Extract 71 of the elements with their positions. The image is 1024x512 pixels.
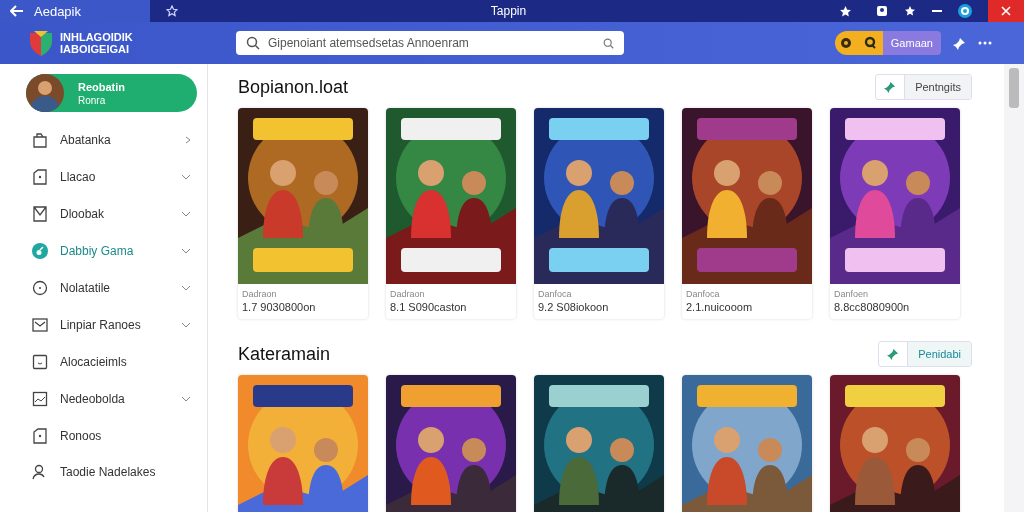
- close-icon: [1001, 6, 1011, 16]
- logo-text: INHLAGOIDIK: [60, 31, 134, 43]
- card-price: 9.2 S08iokoon: [538, 301, 610, 313]
- section-button[interactable]: Pentngits: [875, 74, 972, 100]
- sidebar-item[interactable]: Abatanka: [0, 122, 207, 159]
- card-label: Danfoca: [686, 289, 721, 299]
- chevron-down-icon: [181, 321, 191, 328]
- square-icon: [32, 353, 48, 370]
- coin-icon: [840, 37, 853, 49]
- sidebar-item[interactable]: Dabbiy Gama: [0, 232, 207, 270]
- profile-name: Reobatin: [78, 80, 126, 93]
- clock-icon: [32, 280, 48, 296]
- search-icon: [863, 36, 878, 50]
- image-icon: [32, 390, 48, 407]
- scrollbar-thumb[interactable]: [1009, 68, 1019, 108]
- wallet-button[interactable]: [834, 31, 883, 55]
- bag-icon: [32, 132, 48, 149]
- sidebar-item[interactable]: Nedeobolda: [0, 380, 207, 418]
- game-card[interactable]: Danfoen 8.8cc8080900n: [830, 108, 960, 319]
- game-button[interactable]: Gamaan: [882, 31, 941, 55]
- sidebar-item[interactable]: Linpiar Ranoes: [0, 306, 207, 344]
- card-price: 8.1 S090caston: [390, 301, 468, 313]
- mail-icon: [32, 316, 48, 333]
- sidebar-item[interactable]: Taodie Nadelakes: [0, 454, 207, 491]
- back-arrow-icon[interactable]: [10, 5, 24, 17]
- card-price: 1.7 9030800on: [242, 301, 317, 313]
- avatar-icon: [26, 74, 64, 112]
- browser-icon[interactable]: [958, 4, 972, 18]
- chevron-down-icon: [181, 285, 191, 291]
- shield-logo-icon: [28, 29, 54, 57]
- card-label: Dadraon: [242, 289, 278, 299]
- browser-tab[interactable]: Aedapik: [0, 0, 150, 22]
- minimize-icon[interactable]: [932, 9, 942, 13]
- section-title: Kateramain: [238, 343, 331, 365]
- search-icon[interactable]: [603, 38, 614, 49]
- game-card[interactable]: Dadraon 8.1 S090caston: [386, 108, 516, 319]
- sidebar-item[interactable]: Nolatatile: [0, 269, 207, 307]
- game-card[interactable]: Dadraon 1.7 9030800on: [238, 108, 368, 319]
- section-button[interactable]: Penidabi: [878, 341, 972, 367]
- chevron-down-icon: [181, 248, 191, 255]
- tag-icon: [32, 427, 48, 444]
- search-icon: [246, 36, 260, 50]
- game-card[interactable]: Danfoca 9.2 S08iokoon: [534, 108, 664, 319]
- game-card[interactable]: Danfoca 2.1.nuicooom: [682, 108, 812, 319]
- star-icon[interactable]: [166, 5, 178, 17]
- more-icon[interactable]: [978, 41, 992, 45]
- chevron-down-icon: [181, 174, 191, 181]
- tag-icon: [32, 169, 48, 186]
- sidebar-item[interactable]: Ronoos: [0, 417, 207, 454]
- card-label: Danfoca: [538, 289, 573, 299]
- chevron-down-icon: [181, 211, 191, 218]
- chevron-right-icon: [185, 136, 191, 145]
- image-icon[interactable]: [876, 5, 888, 17]
- section-title: Bopianon.loat: [238, 76, 349, 98]
- search-field[interactable]: Gipenoiant atemsedsetas Annoenram: [236, 31, 624, 55]
- profile-subtitle: Ronra: [78, 94, 107, 106]
- card-label: Danfoen: [834, 289, 870, 299]
- star-icon[interactable]: [904, 5, 916, 17]
- logo-text: IABOIGEIGAI: [60, 43, 131, 55]
- chevron-down-icon: [181, 395, 191, 402]
- sidebar-item[interactable]: Dloobak: [0, 195, 207, 233]
- window-title: Tappin: [489, 4, 528, 18]
- card-price: 2.1.nuicooom: [686, 301, 754, 313]
- game-icon: [32, 243, 48, 260]
- close-button[interactable]: [988, 0, 1024, 22]
- card-label: Dadraon: [390, 289, 426, 299]
- card-price: 8.8cc8080900n: [834, 301, 911, 313]
- sidebar-item[interactable]: Alocacieimls: [0, 343, 207, 381]
- sidebar-item[interactable]: Llacao: [0, 158, 207, 196]
- pin-icon[interactable]: [953, 36, 966, 50]
- star-icon[interactable]: [839, 4, 852, 18]
